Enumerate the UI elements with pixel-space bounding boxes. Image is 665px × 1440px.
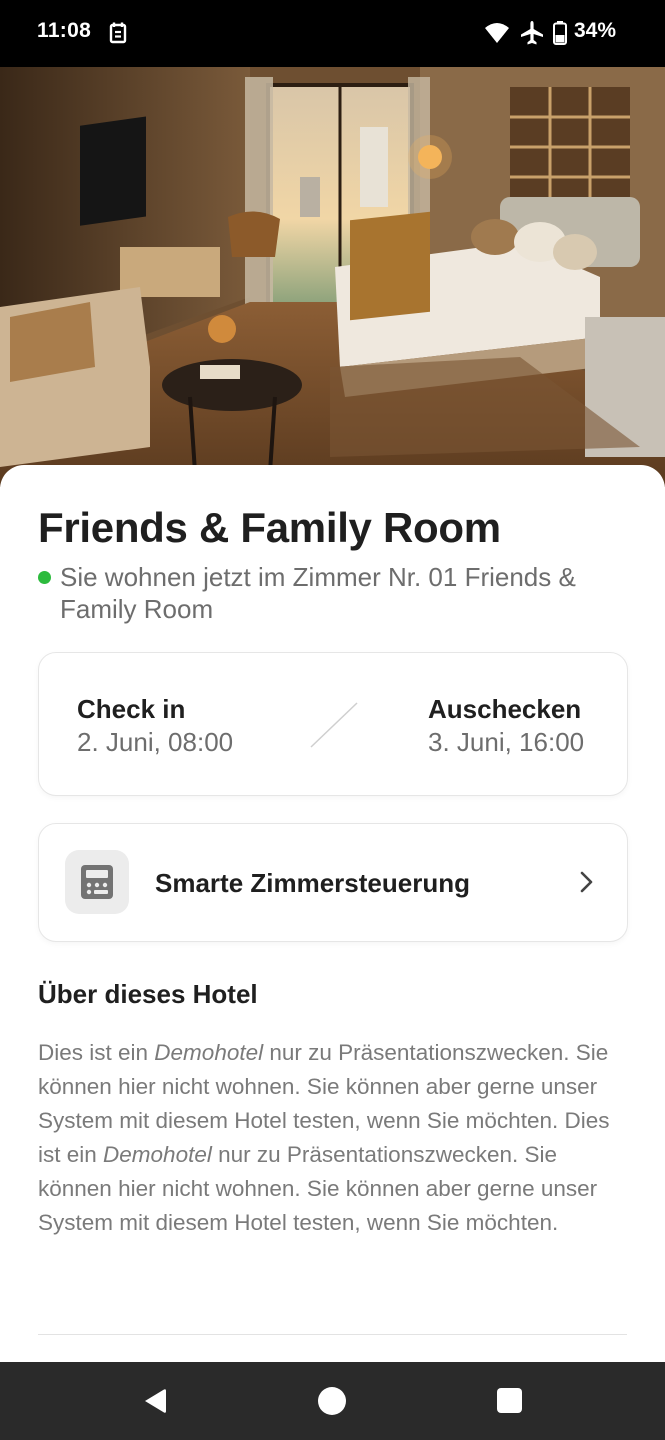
about-hotel-text: Dies ist ein Demohotel nur zu Präsentati… — [38, 1036, 630, 1240]
section-divider — [38, 1334, 627, 1335]
smart-room-control-button[interactable]: Smarte Zimmersteuerung — [38, 823, 628, 942]
status-bar: 11:08 34% — [0, 0, 665, 67]
recents-icon[interactable] — [497, 1388, 522, 1413]
home-icon[interactable] — [318, 1387, 346, 1415]
occupancy-status-dot — [38, 571, 51, 584]
wifi-icon — [485, 23, 509, 43]
checkout-value: 3. Juni, 16:00 — [428, 727, 585, 757]
checkout-label: Auschecken — [428, 694, 582, 724]
airplane-mode-icon — [521, 21, 543, 45]
calendar-icon — [109, 22, 127, 44]
room-control-icon — [81, 865, 113, 899]
about-text-emphasis: Demohotel — [103, 1142, 212, 1167]
back-icon[interactable] — [141, 1386, 169, 1416]
room-title: Friends & Family Room — [38, 504, 501, 551]
about-text-part: Dies ist ein — [38, 1040, 155, 1065]
hotel-room-photo — [0, 67, 665, 487]
stay-dates-card: Check in 2. Juni, 08:00 Auschecken 3. Ju… — [38, 652, 628, 796]
about-text-emphasis: Demohotel — [154, 1040, 264, 1065]
battery-percent: 34% — [574, 19, 617, 42]
status-time: 11:08 — [37, 19, 92, 42]
checkin-label: Check in — [77, 694, 186, 724]
date-divider-slash — [310, 702, 358, 748]
chevron-right-icon — [580, 871, 593, 893]
smart-room-control-label: Smarte Zimmersteuerung — [155, 868, 470, 898]
checkin-value: 2. Juni, 08:00 — [77, 727, 234, 757]
battery-icon — [553, 21, 567, 45]
occupancy-status-text: Sie wohnen jetzt im Zimmer Nr. 01 Friend… — [60, 562, 576, 624]
about-hotel-heading: Über dieses Hotel — [38, 979, 258, 1009]
room-control-icon-box — [65, 850, 129, 914]
